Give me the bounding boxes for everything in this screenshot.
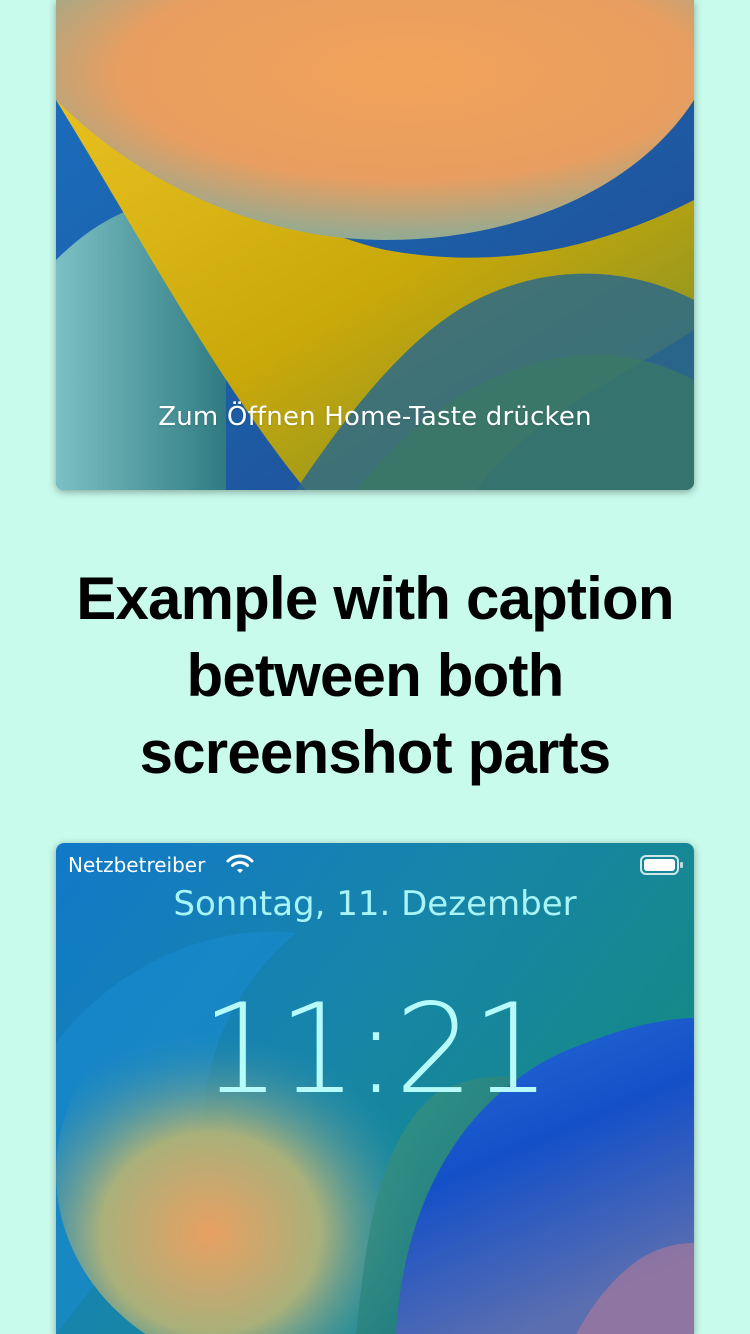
caption-line-3: screenshot parts	[139, 719, 612, 786]
caption-line-1: Example with caption	[76, 565, 674, 632]
top-screenshot: Zum Öffnen Home-Taste drücken	[56, 0, 694, 490]
caption: Example with caption between both screen…	[30, 560, 720, 791]
battery-icon	[640, 855, 683, 875]
caption-line-2: between both	[186, 642, 564, 709]
lock-date: Sonntag, 11. Dezember	[173, 884, 577, 924]
wifi-icon	[226, 854, 254, 873]
lock-time: 11:21	[201, 978, 550, 1122]
unlock-hint: Zum Öffnen Home-Taste drücken	[158, 402, 592, 432]
carrier-label: Netzbetreiber	[68, 853, 206, 877]
